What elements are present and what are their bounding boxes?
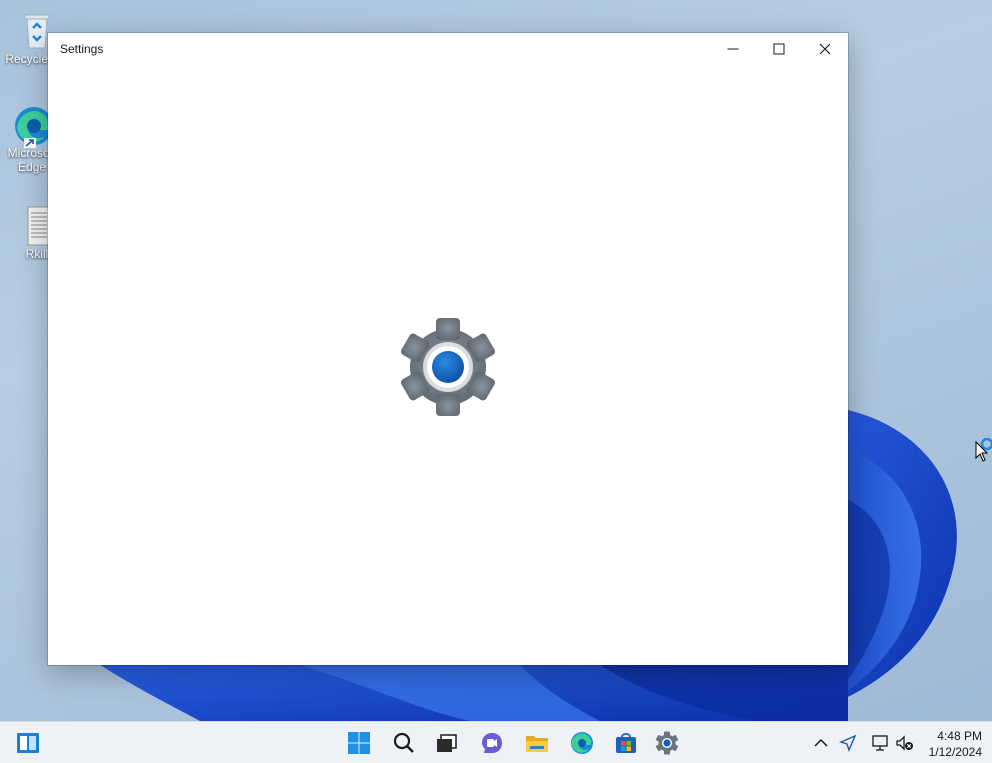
tray-network-button[interactable] [870, 733, 890, 753]
settings-icon [655, 731, 679, 755]
taskbar-start-button[interactable] [344, 728, 374, 758]
taskbar-settings-button[interactable] [652, 728, 682, 758]
file-explorer-icon [526, 736, 548, 752]
task-view-icon [437, 734, 457, 752]
start-icon [348, 732, 370, 754]
taskbar-task-view-button[interactable] [431, 728, 461, 758]
minimize-button[interactable] [710, 33, 756, 65]
taskbar: 4:48 PM 1/12/2024 [0, 721, 992, 763]
location-icon [839, 734, 857, 752]
taskbar-edge-button[interactable] [567, 728, 597, 758]
store-icon [616, 733, 636, 753]
edge-icon [12, 104, 53, 148]
title-bar[interactable]: Settings [48, 33, 848, 65]
tray-volume-button[interactable] [895, 733, 915, 753]
taskbar-file-explorer-button[interactable] [522, 728, 552, 758]
settings-window[interactable]: Settings [48, 33, 848, 665]
clock-date[interactable]: 1/12/2024 [922, 745, 982, 759]
chat-icon [482, 733, 502, 753]
taskbar-chat-button[interactable] [477, 728, 507, 758]
maximize-button[interactable] [756, 33, 802, 65]
taskbar-store-button[interactable] [611, 728, 641, 758]
window-title: Settings [60, 42, 104, 56]
widgets-icon [17, 733, 39, 753]
chevron-up-icon [814, 738, 828, 747]
mouse-pointer-icon [975, 438, 992, 462]
close-icon [819, 43, 831, 55]
maximize-icon [773, 43, 785, 55]
minimize-icon [727, 48, 739, 50]
settings-gear-icon [401, 318, 495, 416]
desktop: Recycle Bin Microsoft Edge Rkill Setting… [0, 0, 992, 721]
close-button[interactable] [802, 33, 848, 65]
clock-time[interactable]: 4:48 PM [926, 729, 982, 743]
tray-location-button[interactable] [838, 733, 858, 753]
network-icon [872, 735, 888, 751]
edge-icon [571, 732, 593, 754]
search-icon [393, 732, 414, 753]
tray-overflow-button[interactable] [811, 733, 831, 753]
volume-muted-icon [896, 735, 913, 751]
taskbar-widgets-button[interactable] [13, 728, 43, 758]
taskbar-search-button[interactable] [389, 728, 419, 758]
